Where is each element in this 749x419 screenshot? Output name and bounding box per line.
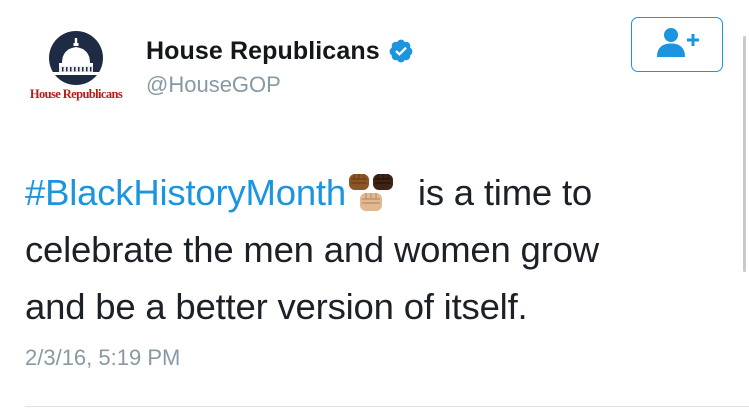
tweet-card: House Republicans House Republicans @Hou… (0, 0, 749, 419)
avatar-logo-caption: House Republicans (29, 87, 123, 101)
hashtag-link[interactable]: #BlackHistoryMonth (25, 172, 346, 213)
follow-button[interactable] (631, 17, 723, 72)
verified-badge-icon (388, 38, 414, 64)
capitol-dome-icon (49, 31, 103, 85)
author-handle[interactable]: @HouseGOP (146, 72, 281, 98)
tweet-timestamp[interactable]: 2/3/16, 5:19 PM (25, 345, 180, 371)
add-user-icon (654, 27, 700, 62)
tweet-text: #BlackHistoryMonth is a time to celebrat… (25, 164, 725, 335)
author-name-row: House Republicans (146, 35, 414, 67)
avatar[interactable]: House Republicans (22, 30, 130, 110)
tweet-text-line3: and be a better version of itself. (25, 286, 528, 327)
tweet-text-line1: is a time to (407, 172, 592, 213)
raised-fists-emoji (346, 171, 398, 215)
tweet-text-line2: celebrate the men and women grow (25, 229, 599, 270)
author-display-name[interactable]: House Republicans (146, 37, 380, 66)
divider (25, 406, 749, 407)
scrollbar[interactable] (743, 36, 746, 272)
